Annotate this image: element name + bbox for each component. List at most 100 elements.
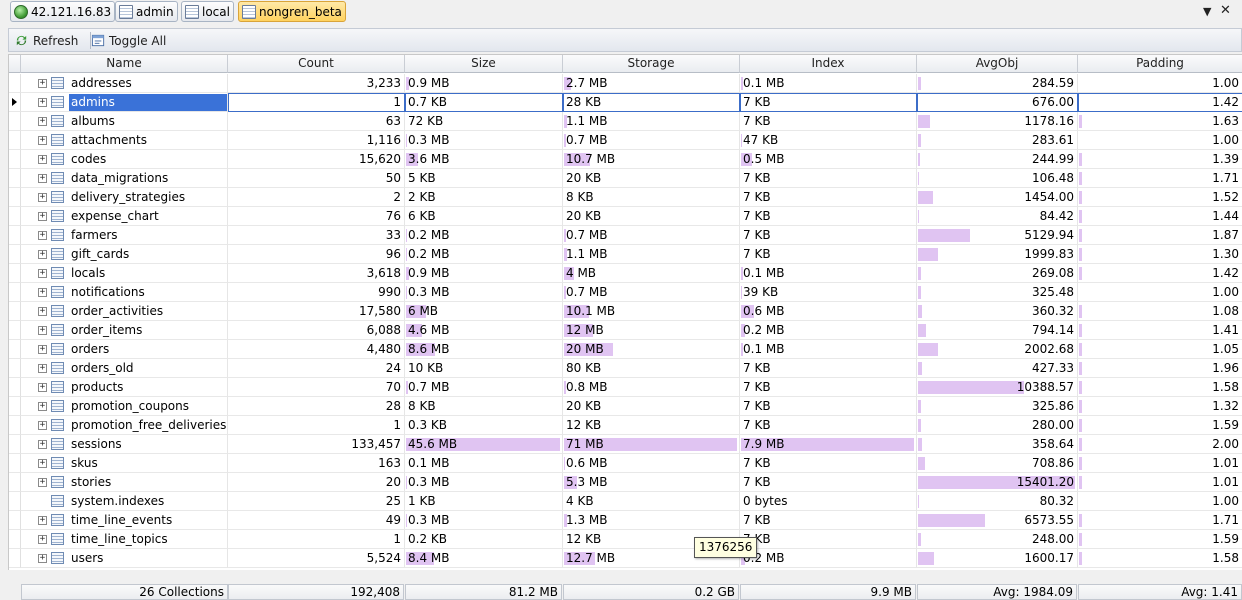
table-row[interactable]: + data_migrations 50 5 KB 20 KB 7 KB 106.48 1.7…	[9, 169, 1242, 188]
cell-index[interactable]: 47 KB	[740, 131, 917, 150]
table-row[interactable]: + orders_old 24 10 KB 80 KB 7 KB 427.33 1.96	[9, 359, 1242, 378]
close-icon[interactable]: ✕	[1220, 3, 1231, 18]
cell-index[interactable]: 7 KB	[740, 511, 917, 530]
cell-storage[interactable]: 1.3 MB	[563, 511, 740, 530]
row-selector[interactable]	[9, 112, 21, 131]
cell-name[interactable]: + promotion_coupons	[21, 397, 228, 416]
cell-padding[interactable]: 2.00	[1078, 435, 1242, 454]
cell-index[interactable]: 7 KB	[740, 112, 917, 131]
cell-count[interactable]: 163	[228, 454, 405, 473]
cell-avgobj[interactable]: 358.64	[917, 435, 1078, 454]
toggle-all-button[interactable]: Toggle All	[91, 32, 166, 49]
cell-avgobj[interactable]: 708.86	[917, 454, 1078, 473]
cell-storage[interactable]: 4 MB	[563, 264, 740, 283]
expand-icon[interactable]: +	[38, 554, 47, 563]
cell-index[interactable]: 7 KB	[740, 378, 917, 397]
cell-size[interactable]: 2 KB	[405, 188, 563, 207]
cell-avgobj[interactable]: 10388.57	[917, 378, 1078, 397]
cell-index[interactable]: 7 KB	[740, 530, 917, 549]
cell-count[interactable]: 96	[228, 245, 405, 264]
cell-index[interactable]: 7 KB	[740, 169, 917, 188]
cell-size[interactable]: 0.3 MB	[405, 511, 563, 530]
cell-avgobj[interactable]: 280.00	[917, 416, 1078, 435]
cell-avgobj[interactable]: 284.59	[917, 74, 1078, 93]
cell-name[interactable]: + expense_chart	[21, 207, 228, 226]
cell-avgobj[interactable]: 1178.16	[917, 112, 1078, 131]
expand-icon[interactable]: +	[38, 516, 47, 525]
table-row[interactable]: + promotion_coupons 28 8 KB 20 KB 7 KB 325.86 1…	[9, 397, 1242, 416]
row-selector[interactable]	[9, 207, 21, 226]
cell-avgobj[interactable]: 80.32	[917, 492, 1078, 511]
row-selector[interactable]	[9, 150, 21, 169]
cell-padding[interactable]: 1.00	[1078, 283, 1242, 302]
cell-index[interactable]: 7 KB	[740, 473, 917, 492]
table-row[interactable]: + delivery_strategies 2 2 KB 8 KB 7 KB 1454.00…	[9, 188, 1242, 207]
cell-avgobj[interactable]: 325.48	[917, 283, 1078, 302]
cell-avgobj[interactable]: 360.32	[917, 302, 1078, 321]
row-selector[interactable]	[9, 549, 21, 568]
table-row[interactable]: + albums 63 72 KB 1.1 MB 7 KB 1178.16 1.63	[9, 112, 1242, 131]
table-row[interactable]: + products 70 0.7 MB 0.8 MB 7 KB 10388.57 1.58	[9, 378, 1242, 397]
cell-size[interactable]: 5 KB	[405, 169, 563, 188]
cell-index[interactable]: 0.1 MB	[740, 340, 917, 359]
cell-size[interactable]: 0.3 MB	[405, 473, 563, 492]
cell-count[interactable]: 1	[228, 530, 405, 549]
cell-index[interactable]: 39 KB	[740, 283, 917, 302]
column-header-padding[interactable]: Padding	[1078, 55, 1242, 73]
row-selector[interactable]	[9, 226, 21, 245]
column-header-count[interactable]: Count	[228, 55, 405, 73]
cell-storage[interactable]: 1.1 MB	[563, 245, 740, 264]
cell-name[interactable]: system.indexes	[21, 492, 228, 511]
expand-icon[interactable]: +	[38, 79, 47, 88]
cell-storage[interactable]: 20 KB	[563, 207, 740, 226]
cell-storage[interactable]: 8 KB	[563, 188, 740, 207]
cell-count[interactable]: 20	[228, 473, 405, 492]
cell-size[interactable]: 0.3 MB	[405, 283, 563, 302]
cell-storage[interactable]: 0.7 MB	[563, 283, 740, 302]
cell-padding[interactable]: 1.52	[1078, 188, 1242, 207]
cell-name[interactable]: + skus	[21, 454, 228, 473]
cell-size[interactable]: 8.4 MB	[405, 549, 563, 568]
cell-storage[interactable]: 20 KB	[563, 169, 740, 188]
window-menu-dropdown-icon[interactable]: ▼	[1203, 5, 1211, 18]
cell-avgobj[interactable]: 1600.17	[917, 549, 1078, 568]
cell-size[interactable]: 0.2 MB	[405, 226, 563, 245]
cell-size[interactable]: 0.9 MB	[405, 74, 563, 93]
cell-storage[interactable]: 10.1 MB	[563, 302, 740, 321]
cell-size[interactable]: 0.3 MB	[405, 131, 563, 150]
cell-storage[interactable]: 2.7 MB	[563, 74, 740, 93]
table-row[interactable]: + locals 3,618 0.9 MB 4 MB 0.1 MB 269.08 1.42	[9, 264, 1242, 283]
cell-index[interactable]: 7 KB	[740, 93, 917, 112]
cell-size[interactable]: 3.6 MB	[405, 150, 563, 169]
cell-storage[interactable]: 0.7 MB	[563, 131, 740, 150]
cell-name[interactable]: + products	[21, 378, 228, 397]
cell-avgobj[interactable]: 84.42	[917, 207, 1078, 226]
cell-name[interactable]: + locals	[21, 264, 228, 283]
expand-icon[interactable]: +	[38, 402, 47, 411]
cell-count[interactable]: 70	[228, 378, 405, 397]
expand-icon[interactable]: +	[38, 307, 47, 316]
cell-count[interactable]: 76	[228, 207, 405, 226]
cell-padding[interactable]: 1.42	[1078, 93, 1242, 112]
cell-name[interactable]: + order_activities	[21, 302, 228, 321]
cell-padding[interactable]: 1.01	[1078, 473, 1242, 492]
cell-storage[interactable]: 12 KB	[563, 416, 740, 435]
table-row[interactable]: + notifications 990 0.3 MB 0.7 MB 39 KB 325.48…	[9, 283, 1242, 302]
cell-padding[interactable]: 1.05	[1078, 340, 1242, 359]
cell-storage[interactable]: 0.8 MB	[563, 378, 740, 397]
cell-name[interactable]: + order_items	[21, 321, 228, 340]
cell-name[interactable]: + admins	[21, 93, 228, 112]
row-selector[interactable]	[9, 321, 21, 340]
row-selector[interactable]	[9, 340, 21, 359]
cell-padding[interactable]: 1.58	[1078, 378, 1242, 397]
cell-avgobj[interactable]: 248.00	[917, 530, 1078, 549]
expand-icon[interactable]: +	[38, 193, 47, 202]
breadcrumb-db-nongren-beta[interactable]: nongren_beta	[238, 1, 346, 22]
cell-padding[interactable]: 1.00	[1078, 74, 1242, 93]
row-selector[interactable]	[9, 188, 21, 207]
cell-size[interactable]: 10 KB	[405, 359, 563, 378]
cell-count[interactable]: 50	[228, 169, 405, 188]
refresh-button[interactable]: Refresh	[14, 32, 78, 49]
cell-index[interactable]: 7 KB	[740, 226, 917, 245]
cell-avgobj[interactable]: 2002.68	[917, 340, 1078, 359]
